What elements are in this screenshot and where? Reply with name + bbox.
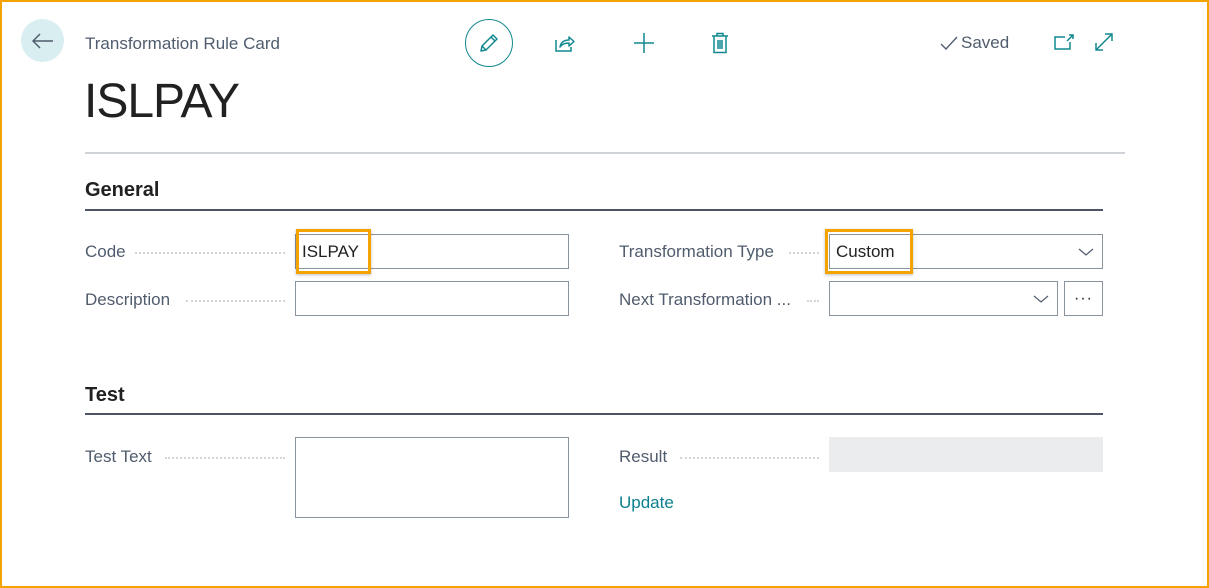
description-field[interactable]	[295, 281, 569, 316]
saved-status: Saved	[940, 33, 1009, 53]
share-button[interactable]	[552, 30, 578, 56]
delete-button[interactable]	[707, 30, 733, 56]
update-link[interactable]: Update	[619, 493, 674, 513]
next-transformation-label: Next Transformation ...	[619, 290, 791, 309]
section-divider-general	[85, 209, 1103, 211]
result-leader-dots	[680, 457, 819, 459]
description-label: Description	[85, 290, 171, 309]
description-leader-dots	[186, 300, 285, 302]
code-field[interactable]: ISLPAY	[295, 234, 569, 269]
transformation-type-value: Custom	[836, 241, 895, 261]
test-text-leader-dots	[165, 457, 285, 459]
section-title-test[interactable]: Test	[85, 384, 125, 407]
test-text-label: Test Text	[85, 447, 152, 466]
code-label: Code	[85, 242, 126, 261]
code-leader-dots	[135, 252, 285, 254]
header-divider	[85, 152, 1125, 154]
expand-button[interactable]	[1092, 30, 1116, 54]
transformation-type-label: Transformation Type	[619, 242, 774, 261]
code-field-value: ISLPAY	[302, 241, 360, 261]
chevron-down-icon	[1033, 295, 1049, 303]
new-button[interactable]	[631, 30, 657, 56]
share-icon	[555, 36, 575, 52]
section-divider-test	[85, 413, 1103, 415]
transformation-type-select[interactable]: Custom	[829, 234, 1103, 269]
open-in-new-window-icon	[1054, 34, 1074, 50]
back-button[interactable]	[21, 19, 64, 62]
section-title-general[interactable]: General	[85, 179, 159, 202]
result-field	[829, 437, 1103, 472]
next-transformation-select[interactable]	[829, 281, 1058, 316]
trash-icon	[712, 32, 728, 54]
checkmark-icon	[940, 36, 958, 50]
chevron-down-icon	[1078, 248, 1094, 256]
expand-icon	[1095, 33, 1113, 51]
arrow-left-icon	[31, 32, 53, 49]
next-transformation-leader-dots	[807, 300, 819, 302]
saved-status-text: Saved	[961, 33, 1010, 52]
test-text-field[interactable]	[295, 437, 569, 518]
edit-button[interactable]	[465, 19, 513, 67]
plus-icon	[634, 33, 654, 53]
pencil-icon	[480, 34, 498, 52]
open-new-window-button[interactable]	[1052, 30, 1076, 54]
transformation-type-leader-dots	[789, 252, 819, 254]
page-caption: Transformation Rule Card	[85, 34, 280, 53]
next-transformation-lookup-button[interactable]: ···	[1064, 281, 1103, 316]
result-label: Result	[619, 447, 668, 466]
ellipsis-icon: ···	[1074, 289, 1093, 307]
page-title: ISLPAY	[84, 75, 240, 128]
